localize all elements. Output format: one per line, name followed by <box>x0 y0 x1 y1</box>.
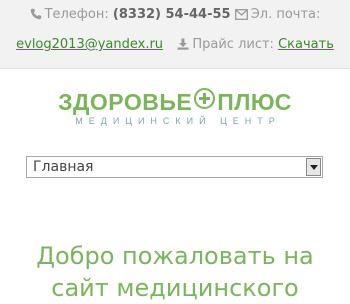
contact-row-phone-email: Телефон: (8332) 54-44-55 Эл. почта: <box>0 7 350 22</box>
logo-wordmark: ЗДОРОВЬЕ ПЛЮС <box>0 88 350 116</box>
welcome-line-1: Добро пожаловать на <box>36 242 314 270</box>
navigation-select-value: Главная <box>33 159 94 175</box>
download-pricelist-link[interactable]: Скачать <box>278 37 334 52</box>
logo-part2: ПЛЮС <box>217 89 292 115</box>
email-label: Эл. почта: <box>250 7 321 22</box>
welcome-heading: Добро пожаловать на сайт медицинского <box>0 240 350 304</box>
phone-number[interactable]: (8332) 54-44-55 <box>113 7 231 22</box>
phone-label: Телефон: <box>44 7 109 22</box>
navigation-select[interactable]: Главная <box>26 156 323 178</box>
pricelist-label: Прайс лист: <box>192 37 274 52</box>
contact-row-email-pricelist: evlog2013@yandex.ru Прайс лист: Скачать <box>0 37 350 52</box>
envelope-icon <box>234 9 248 20</box>
site-logo[interactable]: ЗДОРОВЬЕ ПЛЮС МЕДИЦИНСКИЙ ЦЕНТР <box>0 88 350 126</box>
email-link[interactable]: evlog2013@yandex.ru <box>16 37 163 52</box>
logo-part1: ЗДОРОВЬЕ <box>58 89 193 115</box>
dropdown-arrow-icon[interactable] <box>306 158 321 176</box>
welcome-line-2: сайт медицинского <box>51 274 299 302</box>
phone-icon <box>30 8 42 20</box>
cross-icon <box>194 88 216 109</box>
logo-subtitle: МЕДИЦИНСКИЙ ЦЕНТР <box>75 116 281 126</box>
top-contact-bar: Телефон: (8332) 54-44-55 Эл. почта: evlo… <box>0 0 350 69</box>
download-icon <box>177 38 189 50</box>
